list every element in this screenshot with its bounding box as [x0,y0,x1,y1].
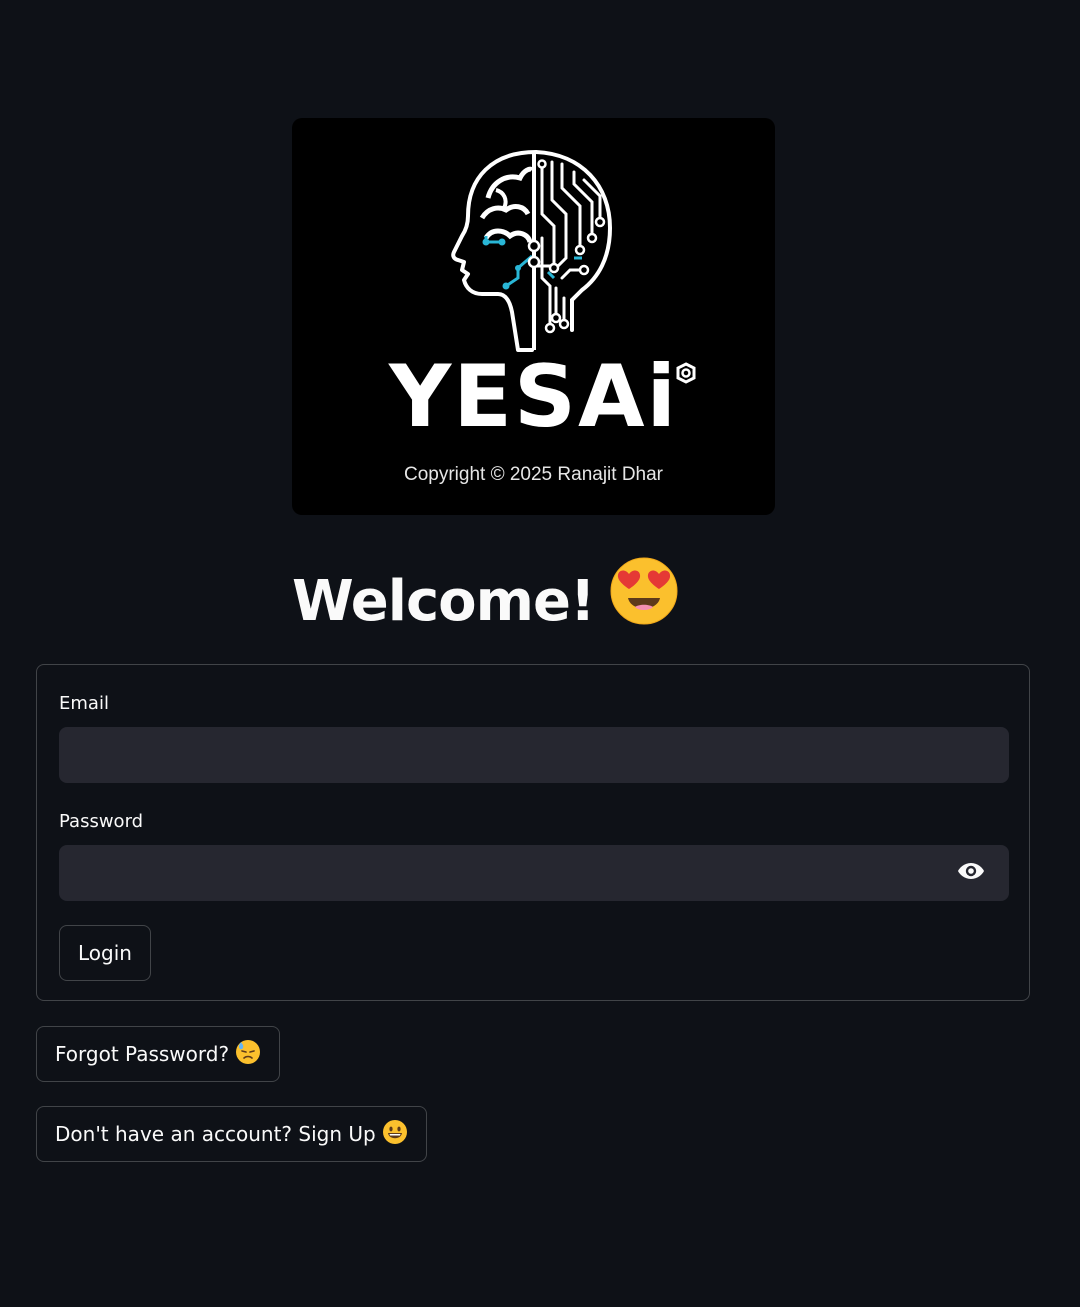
password-label: Password [59,811,144,832]
logo-wordmark: YESAi [389,347,678,447]
email-label: Email [59,693,109,714]
login-button[interactable]: Login [59,925,151,981]
eye-icon [958,863,984,879]
downcast-sweat-emoji-icon [235,1039,261,1070]
login-form: Email Password Login [36,664,1030,1001]
app-logo: YESAi Copyright © 2025 Ranajit Dhar [292,118,775,515]
page-title: Welcome! [292,557,679,644]
ai-head-logo-icon [451,150,696,384]
page-title-text: Welcome! [292,569,595,635]
password-field[interactable] [59,845,1009,901]
login-button-label: Login [78,941,132,965]
forgot-password-label: Forgot Password? [55,1042,230,1066]
forgot-password-button[interactable]: Forgot Password? [36,1026,281,1082]
sign-up-label: Don't have an account? Sign Up [55,1122,376,1146]
email-field[interactable] [59,727,1009,783]
logo-copyright: Copyright © 2025 Ranajit Dhar [403,464,664,485]
login-page: YESAi Copyright © 2025 Ranajit Dhar Welc… [0,0,1080,1307]
grinning-face-emoji-icon [382,1119,408,1150]
sign-up-button[interactable]: Don't have an account? Sign Up [36,1106,427,1162]
heart-eyes-emoji-icon [609,556,679,644]
show-password-button[interactable] [957,861,985,881]
